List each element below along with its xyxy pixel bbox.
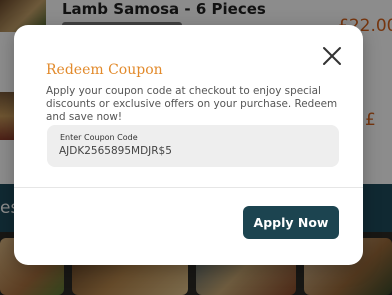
close-icon xyxy=(323,47,341,65)
close-button[interactable] xyxy=(319,43,345,69)
apply-now-button[interactable]: Apply Now xyxy=(243,206,339,239)
dialog-title: Redeem Coupon xyxy=(46,62,163,78)
coupon-code-input[interactable] xyxy=(59,145,329,157)
dialog-description: Apply your coupon code at checkout to en… xyxy=(46,85,338,123)
redeem-coupon-dialog: Redeem Coupon Apply your coupon code at … xyxy=(14,25,363,265)
coupon-code-field[interactable]: Enter Coupon Code xyxy=(47,125,339,167)
coupon-code-label: Enter Coupon Code xyxy=(60,133,138,142)
divider xyxy=(14,187,363,188)
